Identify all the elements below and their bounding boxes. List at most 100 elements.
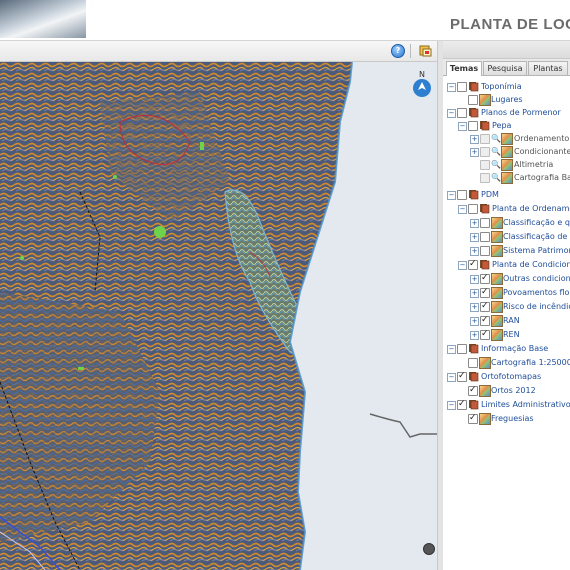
app-header: PLANTA DE LOC (0, 0, 570, 41)
map-imagery (0, 62, 437, 570)
layer-group-icon (469, 82, 479, 92)
collapse-icon[interactable]: − (447, 109, 456, 118)
layer-icon (479, 385, 491, 397)
layer-icon (479, 94, 491, 106)
collapse-icon[interactable]: − (447, 83, 456, 92)
tree-label: Ordenamento (514, 134, 570, 143)
layer-icon (501, 172, 513, 184)
toolbar-separator (410, 44, 411, 58)
layer-group-icon (469, 344, 479, 354)
layer-group-icon (469, 372, 479, 382)
tree-label: Sistema Patrimonial (503, 246, 570, 255)
map-toolbar: ? (0, 41, 437, 62)
expand-icon[interactable]: + (470, 289, 479, 298)
collapse-icon[interactable]: − (447, 401, 456, 410)
layer-icon (479, 357, 491, 369)
layer-group-icon (480, 260, 490, 270)
tree-label: Limites Administrativos (481, 400, 570, 409)
page-title: PLANTA DE LOC (450, 16, 570, 33)
checkbox[interactable] (468, 121, 478, 131)
expand-icon[interactable]: + (470, 317, 479, 326)
tree-label: Planos de Pormenor (481, 108, 561, 117)
layer-icon (491, 273, 503, 285)
layer-group-icon (469, 400, 479, 410)
tree-label: Outras condicionante (503, 274, 570, 283)
help-icon[interactable]: ? (391, 44, 405, 58)
layers-tool-icon[interactable] (419, 44, 432, 57)
expand-icon[interactable]: + (470, 247, 479, 256)
layer-group-icon (480, 204, 490, 214)
tree-label: Informação Base (481, 344, 549, 353)
tree-label: Classificação de Zona (503, 232, 570, 241)
layers-panel: Temas Pesquisa Plantas − Toponímia Lugar… (443, 41, 570, 570)
tree-label: Condicionantes (514, 147, 570, 156)
tree-label: Lugares (491, 95, 523, 104)
checkbox-checked[interactable] (480, 286, 490, 298)
checkbox[interactable] (480, 232, 490, 242)
map-zoom-control[interactable] (423, 543, 435, 555)
panel-tabs: Temas Pesquisa Plantas (443, 59, 570, 76)
checkbox[interactable] (457, 82, 467, 92)
checkbox[interactable] (480, 246, 490, 256)
tree-label: Risco de incêndio (503, 302, 570, 311)
collapse-icon[interactable]: − (447, 191, 456, 200)
checkbox-checked[interactable] (480, 314, 490, 326)
north-arrow: N (412, 70, 432, 98)
checkbox[interactable] (457, 344, 467, 354)
expand-icon[interactable]: + (470, 275, 479, 284)
checkbox-checked[interactable] (480, 328, 490, 340)
tree-label: RAN (503, 316, 520, 325)
checkbox[interactable] (480, 218, 490, 228)
tree-label: Povoamentos floresta (503, 288, 570, 297)
layer-icon (479, 413, 491, 425)
layer-icon (491, 315, 503, 327)
layer-icon (491, 217, 503, 229)
checkbox-checked[interactable] (468, 384, 478, 396)
checkbox-checked[interactable] (480, 272, 490, 284)
checkbox[interactable] (457, 190, 467, 200)
tab-plantas[interactable]: Plantas (528, 61, 568, 75)
tree-label: Altimetria (514, 160, 554, 169)
checkbox[interactable] (468, 204, 478, 214)
north-arrow-icon (413, 79, 431, 97)
checkbox[interactable] (480, 134, 490, 144)
tree-label: Toponímia (481, 82, 522, 91)
checkbox[interactable] (480, 160, 490, 170)
expand-icon[interactable]: + (470, 135, 479, 144)
collapse-icon[interactable]: − (447, 373, 456, 382)
expand-icon[interactable]: + (470, 219, 479, 228)
search-icon[interactable]: 🔍 (491, 146, 501, 156)
collapse-icon[interactable]: − (458, 261, 467, 270)
tree-label: Pepa (492, 121, 512, 130)
layer-group-icon (469, 108, 479, 118)
checkbox[interactable] (480, 147, 490, 157)
layer-icon (491, 231, 503, 243)
tab-temas[interactable]: Temas (446, 61, 482, 76)
layer-icon (501, 159, 513, 171)
layer-icon (491, 329, 503, 341)
collapse-icon[interactable]: − (447, 345, 456, 354)
collapse-icon[interactable]: − (458, 205, 467, 214)
checkbox[interactable] (457, 108, 467, 118)
checkbox-checked[interactable] (480, 300, 490, 312)
expand-icon[interactable]: + (470, 233, 479, 242)
checkbox-checked[interactable] (468, 258, 478, 270)
layer-icon (491, 245, 503, 257)
checkbox[interactable] (468, 95, 478, 105)
tree-label: Cartografia 1:25000 (491, 358, 570, 367)
search-icon[interactable]: 🔍 (491, 172, 501, 182)
expand-icon[interactable]: + (470, 148, 479, 157)
checkbox[interactable] (480, 173, 490, 183)
checkbox-checked[interactable] (457, 370, 467, 382)
search-icon[interactable]: 🔍 (491, 159, 501, 169)
checkbox-checked[interactable] (468, 412, 478, 424)
tab-pesquisa[interactable]: Pesquisa (483, 61, 527, 75)
expand-icon[interactable]: + (470, 303, 479, 312)
collapse-icon[interactable]: − (458, 122, 467, 131)
search-icon[interactable]: 🔍 (491, 133, 501, 143)
layer-group-icon (469, 190, 479, 200)
map-canvas[interactable] (0, 62, 437, 570)
expand-icon[interactable]: + (470, 331, 479, 340)
checkbox[interactable] (468, 358, 478, 368)
checkbox-checked[interactable] (457, 398, 467, 410)
